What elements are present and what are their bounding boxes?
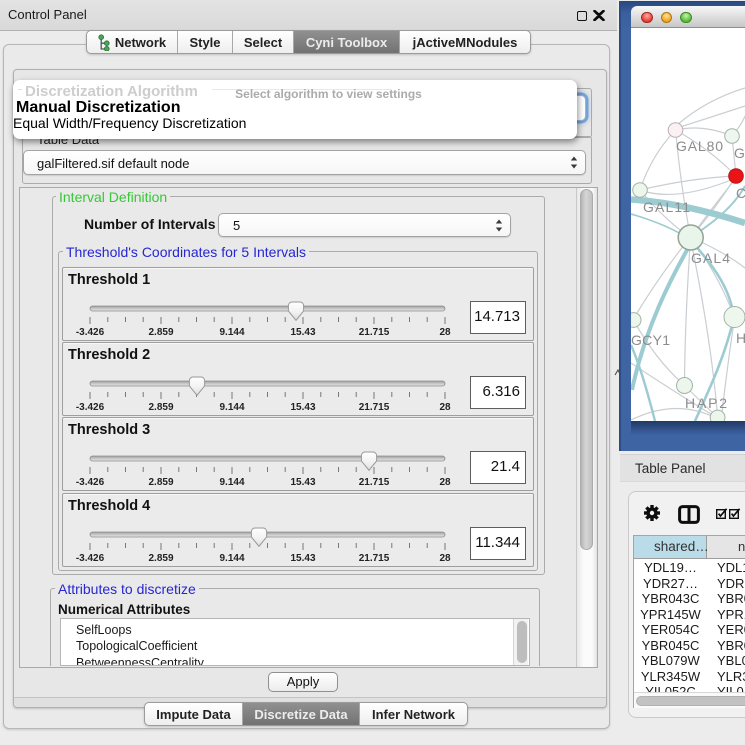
svg-text:28: 28 bbox=[439, 553, 451, 564]
svg-text:GAL80: GAL80 bbox=[676, 138, 723, 154]
svg-text:-3.426: -3.426 bbox=[76, 402, 105, 413]
svg-text:9.144: 9.144 bbox=[219, 327, 244, 338]
svg-text:21.715: 21.715 bbox=[359, 327, 390, 338]
svg-text:-3.426: -3.426 bbox=[76, 553, 105, 564]
svg-text:2.859: 2.859 bbox=[148, 402, 173, 413]
svg-text:GAL4: GAL4 bbox=[691, 250, 730, 266]
svg-text:GAL11: GAL11 bbox=[643, 199, 690, 215]
svg-text:9.144: 9.144 bbox=[219, 402, 244, 413]
svg-text:21.715: 21.715 bbox=[359, 402, 390, 413]
svg-text:15.43: 15.43 bbox=[290, 477, 315, 488]
svg-text:HAP2: HAP2 bbox=[685, 395, 727, 411]
svg-text:C: C bbox=[736, 185, 745, 201]
svg-text:28: 28 bbox=[439, 402, 451, 413]
svg-text:28: 28 bbox=[439, 477, 451, 488]
svg-text:-3.426: -3.426 bbox=[76, 327, 105, 338]
svg-text:15.43: 15.43 bbox=[290, 402, 315, 413]
svg-text:9.144: 9.144 bbox=[219, 477, 244, 488]
svg-text:21.715: 21.715 bbox=[359, 553, 390, 564]
svg-text:H: H bbox=[736, 330, 745, 346]
svg-text:2.859: 2.859 bbox=[148, 477, 173, 488]
svg-text:GCY1: GCY1 bbox=[631, 332, 670, 348]
svg-text:28: 28 bbox=[439, 327, 451, 338]
svg-text:GA: GA bbox=[734, 145, 745, 161]
svg-text:-3.426: -3.426 bbox=[76, 477, 105, 488]
svg-text:2.859: 2.859 bbox=[148, 327, 173, 338]
svg-text:15.43: 15.43 bbox=[290, 327, 315, 338]
svg-text:15.43: 15.43 bbox=[290, 553, 315, 564]
svg-text:21.715: 21.715 bbox=[359, 477, 390, 488]
svg-text:2.859: 2.859 bbox=[148, 553, 173, 564]
svg-text:9.144: 9.144 bbox=[219, 553, 244, 564]
